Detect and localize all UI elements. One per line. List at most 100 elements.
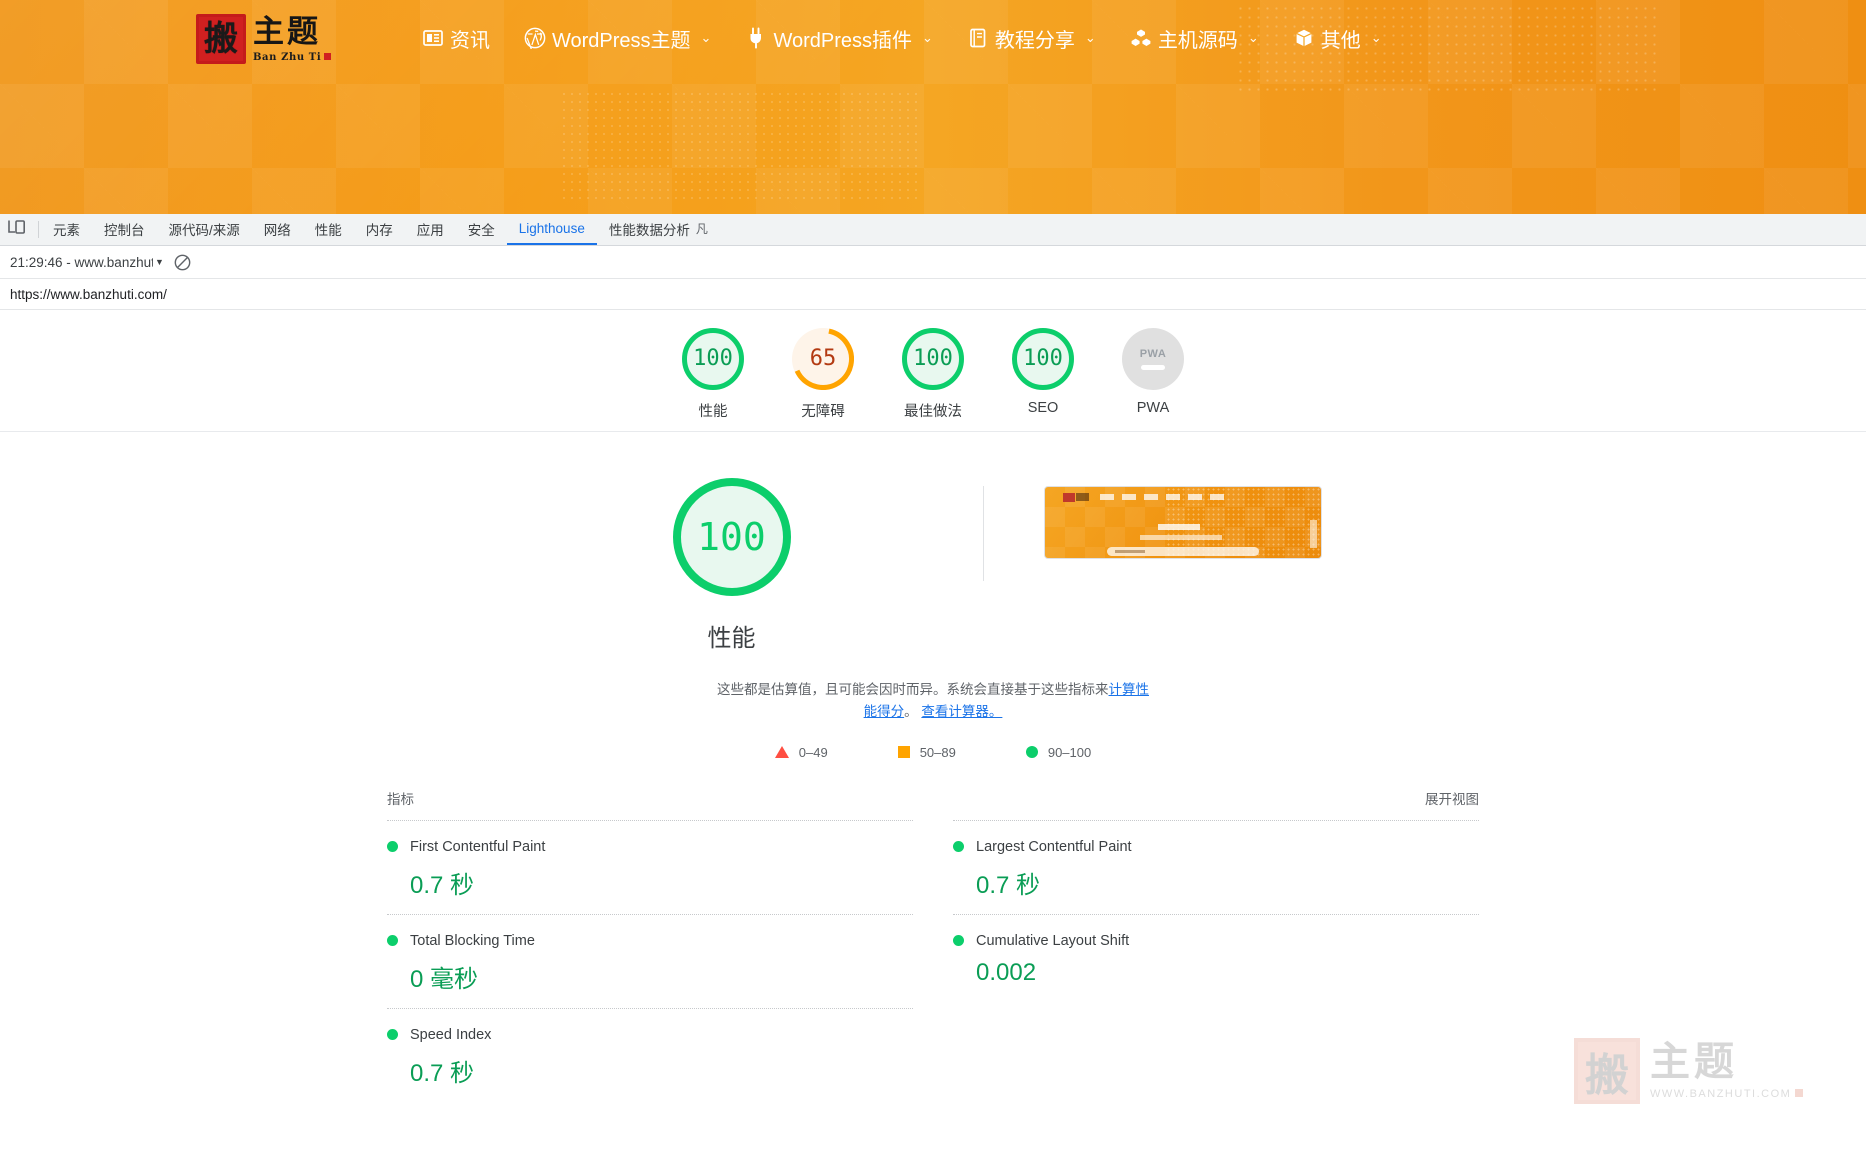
metrics-heading: 指标 [387, 791, 414, 807]
gauge-pwa-badge-text: PWA [1139, 348, 1167, 360]
report-url-bar: https://www.banzhuti.com/ [0, 279, 1866, 310]
tab-console-label: 控制台 [104, 222, 145, 238]
site-banner: 搬 主题 Ban Zhu Ti 资讯 WordPress主题 ⌄ WordPre… [0, 0, 1866, 214]
tab-console[interactable]: 控制台 [92, 214, 157, 245]
tab-elements[interactable]: 元素 [41, 214, 92, 245]
book-icon [967, 27, 989, 49]
logo-title-en: Ban Zhu Ti [253, 52, 332, 63]
wordpress-icon [524, 27, 546, 49]
page-screenshot-thumbnail[interactable] [1043, 486, 1322, 559]
tab-lighthouse-label: Lighthouse [518, 221, 585, 236]
metrics-column-right: Largest Contentful Paint 0.7 秒 Cumulativ… [953, 819, 1479, 1102]
inspect-device-toggle[interactable] [0, 214, 36, 245]
nav-item-wordpress-plugins-label: WordPress插件 [773, 29, 912, 52]
triangle-icon [774, 746, 789, 759]
gauge-best-practices-ring: 100 [902, 328, 964, 390]
report-run-selector-label: 21:29:46 - www.banzhuti.con [10, 254, 153, 270]
tab-memory[interactable]: 内存 [354, 214, 405, 245]
gauge-pwa-label: PWA [1136, 400, 1170, 416]
page-screenshot-block [1043, 478, 1326, 559]
thumbnail-search-bar [1106, 547, 1259, 556]
lighthouse-performance-section: 100 性能 这些都是估算值，且可能会因时而异。系统会直接基于这些指标来计算性能… [0, 432, 1866, 1102]
gauge-pwa[interactable]: PWA PWA [1119, 328, 1187, 416]
gauge-pwa-dash-icon [1141, 365, 1165, 370]
tab-performance-insights-label: 性能数据分析 [608, 222, 690, 238]
chevron-down-icon: ⌄ [700, 30, 712, 45]
category-header: 100 性能 [0, 478, 1866, 653]
nav-item-wordpress-plugins[interactable]: WordPress插件 ⌄ [728, 20, 949, 56]
gauge-accessibility-label: 无障碍 [801, 404, 845, 420]
gauge-accessibility[interactable]: 65 无障碍 [789, 328, 857, 421]
banner-dot-pattern-left [560, 90, 920, 200]
metric-largest-contentful-paint[interactable]: Largest Contentful Paint 0.7 秒 [953, 819, 1479, 914]
metric-name: Speed Index [410, 1026, 492, 1043]
nav-item-news[interactable]: 资讯 [405, 20, 507, 56]
metric-title-row: Speed Index [387, 1027, 913, 1043]
gauge-performance-value: 100 [693, 346, 733, 371]
gauge-performance-label: 性能 [698, 404, 728, 420]
nav-item-tutorials[interactable]: 教程分享 ⌄ [950, 20, 1113, 56]
metric-speed-index[interactable]: Speed Index 0.7 秒 [387, 1007, 913, 1102]
site-nav: 资讯 WordPress主题 ⌄ WordPress插件 ⌄ 教程分享 ⌄ 主机… [405, 18, 1399, 58]
legend-pass: 90–100 [1025, 744, 1092, 760]
metric-title-row: Cumulative Layout Shift [953, 933, 1479, 949]
inspect-device-icon [8, 219, 26, 240]
tab-performance-insights[interactable]: 性能数据分析 凡 [597, 214, 720, 245]
logo-title-en-text: Ban Zhu Ti [253, 52, 322, 63]
gauge-seo-label: SEO [1027, 400, 1059, 416]
status-pass-icon [953, 841, 964, 853]
tabbar-separator [38, 221, 39, 238]
nav-item-others[interactable]: 其他 ⌄ [1276, 20, 1399, 56]
tab-elements-label: 元素 [53, 222, 80, 238]
nav-item-hosting-source-label: 主机源码 [1157, 29, 1238, 52]
metric-title-row: Total Blocking Time [387, 933, 913, 949]
nav-item-hosting-source[interactable]: 主机源码 ⌄ [1113, 20, 1276, 56]
metrics-grid: First Contentful Paint 0.7 秒 Total Block… [387, 819, 1479, 1102]
chevron-down-icon: ⌄ [1084, 30, 1096, 45]
tab-performance[interactable]: 性能 [303, 214, 354, 245]
status-pass-icon [387, 841, 398, 853]
metrics-header: 指标 展开视图 [387, 788, 1479, 820]
metric-title-row: Largest Contentful Paint [953, 839, 1479, 855]
gauge-performance[interactable]: 100 性能 [679, 328, 747, 421]
performance-insights-badge-icon: 凡 [695, 222, 708, 236]
gauge-performance-ring: 100 [682, 328, 744, 390]
site-logo[interactable]: 搬 主题 Ban Zhu Ti [196, 10, 341, 68]
status-pass-icon [387, 935, 398, 947]
section-divider [982, 486, 984, 581]
metrics-column-left: First Contentful Paint 0.7 秒 Total Block… [387, 819, 913, 1102]
gauge-seo[interactable]: 100 SEO [1009, 328, 1077, 416]
metric-cumulative-layout-shift[interactable]: Cumulative Layout Shift 0.002 [953, 913, 1479, 1001]
tab-lighthouse[interactable]: Lighthouse [506, 214, 597, 245]
thumbnail-heading [1157, 524, 1200, 530]
score-calculator-link[interactable]: 查看计算器。 [921, 704, 1002, 719]
nav-item-tutorials-label: 教程分享 [994, 29, 1075, 52]
chevron-down-icon: ⌄ [922, 30, 933, 45]
square-icon [897, 746, 910, 759]
tab-sources-label: 源代码/来源 [168, 222, 240, 238]
tab-application[interactable]: 应用 [405, 214, 456, 245]
circle-icon [1025, 746, 1038, 759]
server-icon [1130, 27, 1152, 49]
metric-total-blocking-time[interactable]: Total Blocking Time 0 毫秒 [387, 913, 913, 1008]
tab-security-label: 安全 [467, 222, 495, 238]
category-description-part1: 这些都是估算值，且可能会因时而异。系统会直接基于这些指标来 [717, 682, 1109, 697]
logo-red-square-icon [324, 53, 332, 60]
legend-pass-label: 90–100 [1047, 744, 1092, 760]
expand-view-toggle[interactable]: 展开视图 [1425, 788, 1479, 808]
tab-network[interactable]: 网络 [252, 214, 303, 245]
tab-memory-label: 内存 [365, 222, 393, 238]
gauge-seo-value: 100 [1023, 346, 1063, 371]
metric-first-contentful-paint[interactable]: First Contentful Paint 0.7 秒 [387, 819, 913, 914]
tab-security[interactable]: 安全 [456, 214, 507, 245]
tab-sources[interactable]: 源代码/来源 [157, 214, 252, 245]
legend-fail: 0–49 [774, 745, 828, 760]
metric-value: 0.7 秒 [410, 1059, 475, 1087]
nav-item-wordpress-themes[interactable]: WordPress主题 ⌄ [507, 20, 728, 56]
thumbnail-side-widget [1309, 520, 1317, 548]
plug-icon [745, 27, 767, 49]
clear-report-button[interactable] [174, 254, 191, 271]
category-description: 这些都是估算值，且可能会因时而异。系统会直接基于这些指标来计算性能得分。 查看计… [717, 679, 1149, 723]
gauge-best-practices[interactable]: 100 最佳做法 [899, 328, 967, 421]
report-run-selector[interactable]: 21:29:46 - www.banzhuti.con ▼ [10, 255, 164, 270]
